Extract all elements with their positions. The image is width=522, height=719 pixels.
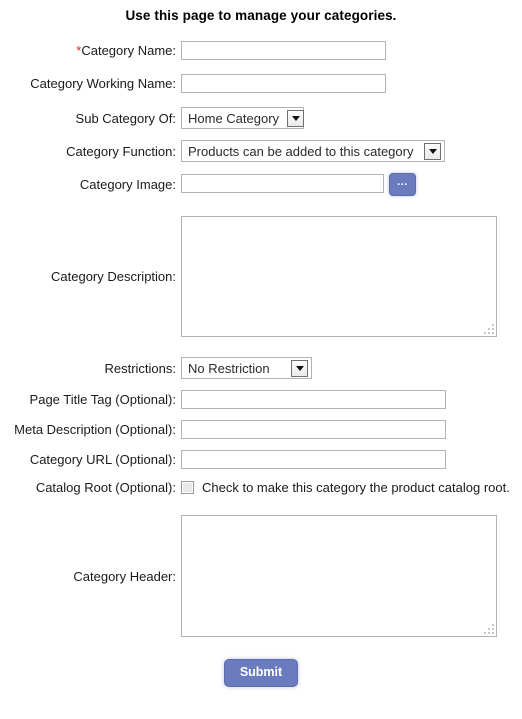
row-gap bbox=[0, 469, 522, 480]
row-gap bbox=[0, 129, 522, 140]
row-gap bbox=[0, 196, 522, 216]
field-row-category-url: Category URL (Optional): bbox=[0, 450, 522, 469]
restrictions-select[interactable]: No Restriction bbox=[181, 357, 312, 379]
row-gap bbox=[0, 495, 522, 515]
row-gap bbox=[0, 60, 522, 74]
category-header-textarea[interactable] bbox=[181, 515, 497, 637]
category-description-wrapper bbox=[181, 216, 497, 337]
row-gap bbox=[0, 337, 522, 357]
field-row-category-function: Category Function: Products can be added… bbox=[0, 140, 522, 162]
submit-button[interactable]: Submit bbox=[223, 659, 299, 687]
field-row-category-description: Category Description: bbox=[0, 216, 522, 337]
label-restrictions: Restrictions: bbox=[104, 360, 176, 376]
label-sub-category-of: Sub Category Of: bbox=[75, 110, 176, 126]
restrictions-selected-value: No Restriction bbox=[188, 360, 270, 376]
row-gap bbox=[0, 162, 522, 173]
category-description-textarea[interactable] bbox=[181, 216, 497, 337]
page-title: Use this page to manage your categories. bbox=[125, 8, 397, 23]
label-category-header: Category Header: bbox=[73, 568, 176, 584]
catalog-root-checkbox-row: Check to make this category the product … bbox=[181, 480, 522, 495]
field-row-meta-description: Meta Description (Optional): bbox=[0, 420, 522, 439]
category-header-wrapper bbox=[181, 515, 497, 637]
category-image-input[interactable] bbox=[181, 173, 384, 193]
sub-category-of-select[interactable]: Home Category bbox=[181, 107, 305, 129]
label-category-function: Category Function: bbox=[66, 143, 176, 159]
catalog-root-checkbox[interactable] bbox=[181, 481, 194, 494]
label-category-name-text: Category Name: bbox=[81, 43, 176, 58]
row-gap bbox=[0, 379, 522, 390]
label-category-url: Category URL (Optional): bbox=[29, 452, 176, 467]
category-form: *Category Name: Category Working Name: S… bbox=[0, 41, 522, 637]
meta-description-input[interactable] bbox=[181, 420, 446, 439]
chevron-down-icon bbox=[287, 109, 305, 127]
submit-area: Submit bbox=[0, 659, 522, 687]
label-page-title-tag: Page Title Tag (Optional): bbox=[29, 392, 176, 407]
browse-image-button[interactable]: ... bbox=[389, 173, 416, 196]
row-gap bbox=[0, 409, 522, 420]
label-category-name: *Category Name: bbox=[0, 41, 181, 60]
catalog-root-checkbox-label: Check to make this category the product … bbox=[202, 480, 510, 495]
field-row-category-working-name: Category Working Name: bbox=[0, 74, 522, 93]
label-category-working-name: Category Working Name: bbox=[30, 76, 176, 91]
field-row-category-image: Category Image: ... bbox=[0, 173, 522, 196]
row-gap bbox=[0, 439, 522, 450]
label-category-description: Category Description: bbox=[51, 269, 176, 284]
row-gap bbox=[0, 93, 522, 107]
chevron-down-icon bbox=[424, 142, 441, 160]
page-title-tag-input[interactable] bbox=[181, 390, 446, 409]
field-row-catalog-root: Catalog Root (Optional): Check to make t… bbox=[0, 480, 522, 495]
category-function-select[interactable]: Products can be added to this category bbox=[181, 140, 445, 162]
category-function-selected-value: Products can be added to this category bbox=[188, 143, 414, 159]
page-root: Use this page to manage your categories.… bbox=[0, 0, 522, 687]
field-row-restrictions: Restrictions: No Restriction bbox=[0, 357, 522, 379]
label-meta-description: Meta Description (Optional): bbox=[14, 422, 176, 437]
label-category-image: Category Image: bbox=[79, 177, 176, 192]
chevron-down-icon bbox=[291, 359, 308, 377]
category-name-input[interactable] bbox=[181, 41, 386, 60]
category-working-name-input[interactable] bbox=[181, 74, 386, 93]
field-row-page-title-tag: Page Title Tag (Optional): bbox=[0, 390, 522, 409]
field-row-category-header: Category Header: bbox=[0, 515, 522, 637]
label-catalog-root: Catalog Root (Optional): bbox=[35, 480, 176, 495]
sub-category-of-selected-value: Home Category bbox=[188, 110, 280, 126]
category-url-input[interactable] bbox=[181, 450, 446, 469]
field-row-sub-category-of: Sub Category Of: Home Category bbox=[0, 107, 522, 129]
field-row-category-name: *Category Name: bbox=[0, 41, 522, 60]
